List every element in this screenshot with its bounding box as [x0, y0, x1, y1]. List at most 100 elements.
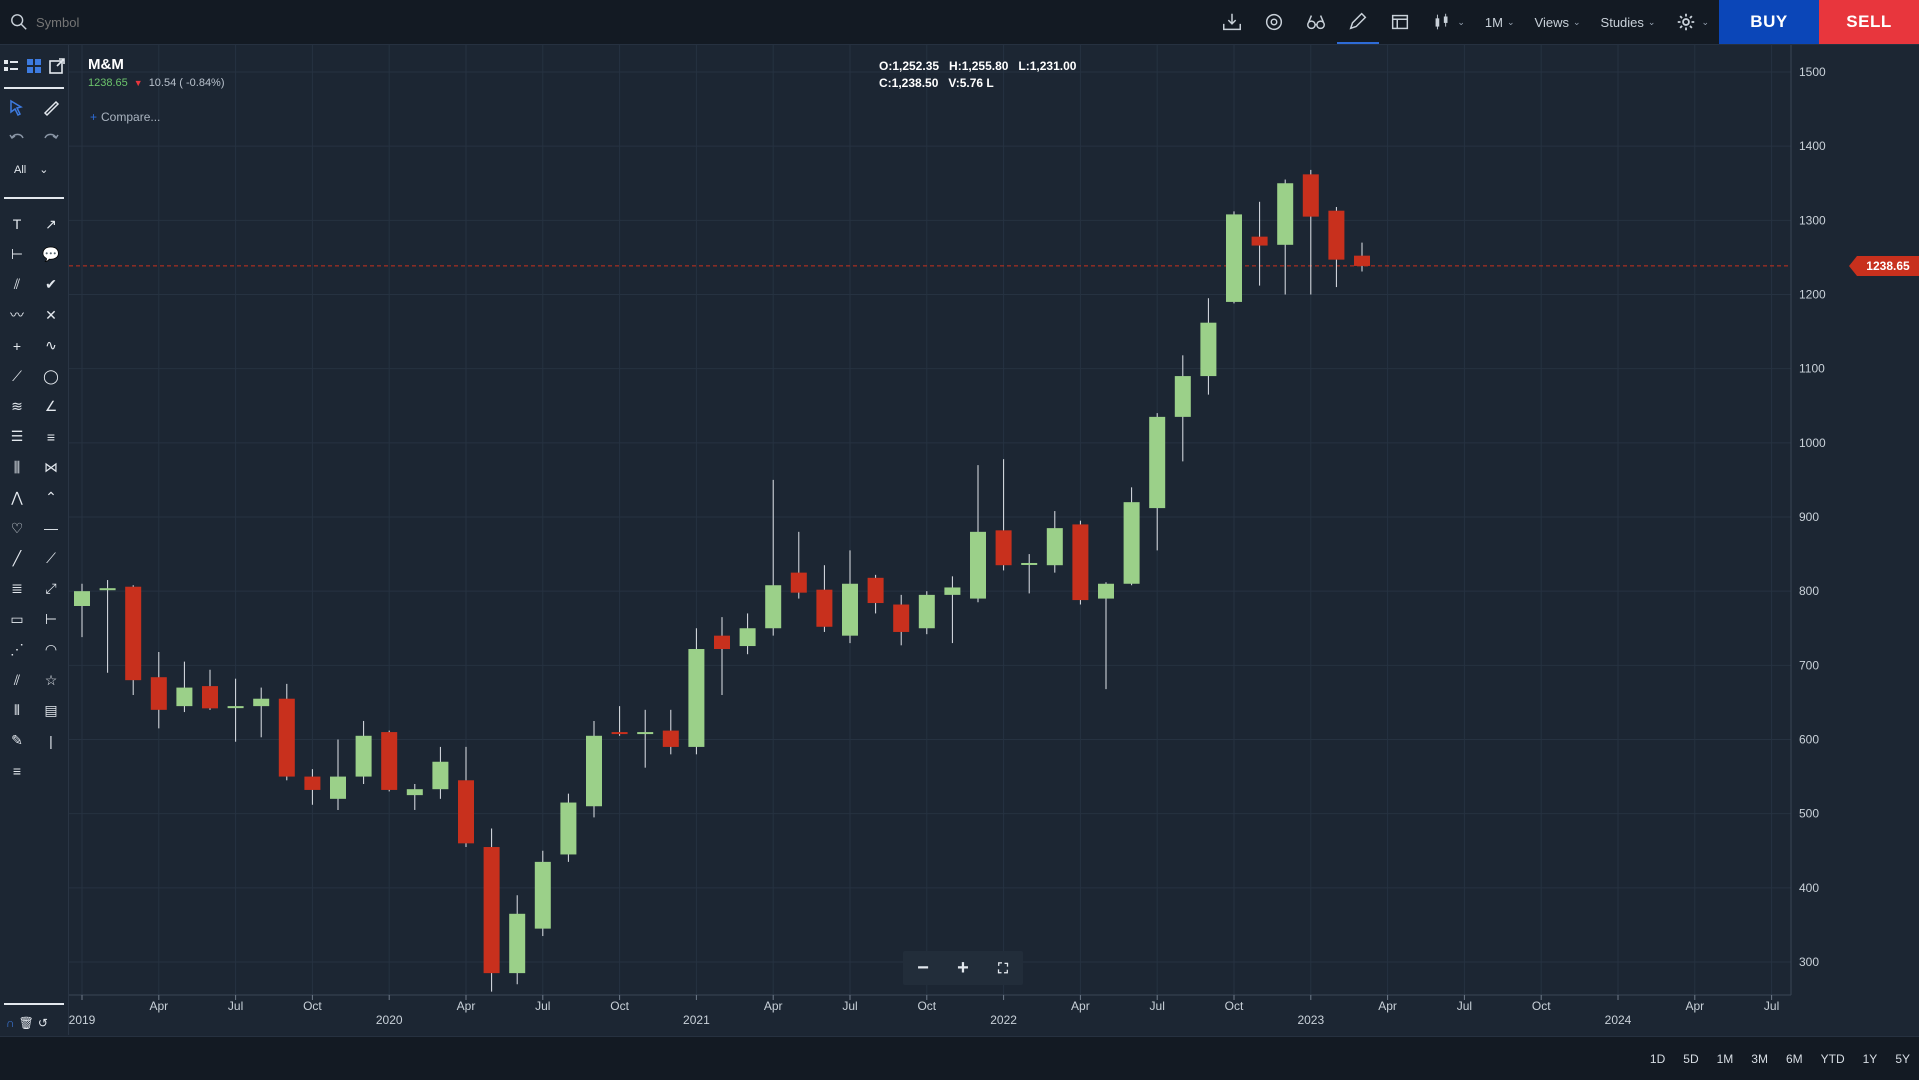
callout-tool-icon[interactable]: 💬	[38, 243, 64, 265]
range-5d[interactable]: 5D	[1674, 1052, 1707, 1066]
candle-body[interactable]	[970, 531, 986, 599]
annotation-tool-icon[interactable]: ✎	[4, 730, 30, 752]
candle-body[interactable]	[918, 594, 935, 629]
candle-body[interactable]	[227, 706, 244, 709]
ray-tool-icon[interactable]: ⤢	[38, 578, 64, 600]
line-chart-tool-icon[interactable]: ⟋	[4, 365, 30, 387]
candle-body[interactable]	[586, 735, 602, 807]
candle-body[interactable]	[1046, 528, 1063, 566]
candle-body[interactable]	[893, 604, 910, 632]
zoom-out-button[interactable]: −	[908, 957, 938, 980]
range-tool-icon[interactable]: ⊢	[38, 608, 64, 630]
candle-body[interactable]	[995, 530, 1012, 566]
candle-body[interactable]	[458, 780, 474, 844]
range-5y[interactable]: 5Y	[1886, 1052, 1919, 1066]
symbol-search[interactable]	[0, 0, 600, 44]
measure-tool-icon[interactable]: ⊢	[4, 243, 30, 265]
speed-lines-tool-icon[interactable]: ⋰	[4, 639, 30, 661]
range-6m[interactable]: 6M	[1777, 1052, 1812, 1066]
candle-body[interactable]	[125, 586, 142, 681]
candle-body[interactable]	[662, 730, 679, 747]
cursor-icon[interactable]	[4, 97, 30, 119]
bowtie-tool-icon[interactable]: ⋈	[38, 456, 64, 478]
grid-view-icon[interactable]	[23, 55, 46, 77]
freehand-tool-icon[interactable]: ∿	[38, 335, 64, 357]
trash-icon[interactable]: 🗑	[19, 1016, 34, 1030]
candle-body[interactable]	[765, 585, 782, 629]
candle-body[interactable]	[790, 572, 807, 593]
rectangle-tool-icon[interactable]: ▭	[4, 608, 30, 630]
fullscreen-button[interactable]: ⛶	[988, 960, 1018, 977]
gann-fan-tool-icon[interactable]: ∠	[38, 395, 64, 417]
quadrant-tool-icon[interactable]: ▤	[38, 699, 64, 721]
speed-arc-tool-icon[interactable]: ◠	[38, 639, 64, 661]
buy-button[interactable]: BUY	[1719, 0, 1819, 44]
redo-icon[interactable]	[38, 127, 64, 149]
ellipse-tool-icon[interactable]: ◯	[38, 365, 64, 387]
candle-body[interactable]	[1072, 524, 1089, 601]
symbol-input[interactable]	[34, 13, 338, 31]
candle-body[interactable]	[688, 649, 705, 747]
candle-body[interactable]	[1021, 562, 1038, 565]
fib-ext-tool-icon[interactable]: ≡	[38, 426, 64, 448]
candle-body[interactable]	[432, 761, 449, 790]
candle-body[interactable]	[1302, 174, 1319, 217]
candle-body[interactable]	[867, 577, 884, 604]
candle-body[interactable]	[637, 732, 654, 735]
popout-icon[interactable]	[45, 55, 68, 77]
check-tool-icon[interactable]: ✔	[38, 274, 64, 296]
sell-button[interactable]: SELL	[1819, 0, 1919, 44]
draw-button[interactable]	[1337, 0, 1380, 44]
candle-body[interactable]	[816, 589, 833, 627]
candle-body[interactable]	[304, 776, 321, 790]
watchlist-button[interactable]	[1295, 0, 1337, 44]
candle-body[interactable]	[1354, 255, 1370, 266]
trend-line-tool-icon[interactable]: ╱	[4, 547, 30, 569]
fib-arc-tool-icon[interactable]: ≋	[4, 395, 30, 417]
candle-body[interactable]	[278, 698, 295, 777]
candle-body[interactable]	[1200, 322, 1217, 377]
candle-body[interactable]	[1123, 502, 1140, 584]
layout-button[interactable]	[1379, 0, 1421, 44]
ruler-icon[interactable]	[38, 97, 64, 119]
candle-body[interactable]	[406, 789, 423, 796]
vertical-line-tool-icon[interactable]: |	[38, 730, 64, 752]
studies-dropdown[interactable]: Studies ⌄	[1591, 0, 1666, 44]
range-1m[interactable]: 1M	[1708, 1052, 1743, 1066]
candle-body[interactable]	[842, 583, 858, 636]
segment-tool-icon[interactable]: ⟋	[38, 547, 64, 569]
magnet-icon[interactable]: ∩	[6, 1016, 15, 1030]
candle-body[interactable]	[330, 776, 346, 799]
candle-body[interactable]	[150, 677, 167, 710]
candle-body[interactable]	[509, 913, 526, 974]
theme-button[interactable]	[1253, 0, 1295, 44]
candle-body[interactable]	[253, 698, 270, 707]
range-ytd[interactable]: YTD	[1812, 1052, 1854, 1066]
candle-body[interactable]	[355, 735, 372, 777]
candle-body[interactable]	[202, 686, 218, 709]
candle-body[interactable]	[1277, 183, 1294, 245]
chart-area[interactable]: 300 400 500 600 700 800 900 1000 1100 1200 1300 140…	[69, 45, 1860, 1035]
gann-line-tool-icon[interactable]: ⫽	[4, 669, 30, 691]
undo-icon[interactable]	[4, 127, 30, 149]
text-tool-icon[interactable]: T	[4, 213, 30, 235]
candle-body[interactable]	[1328, 210, 1345, 260]
range-3m[interactable]: 3M	[1742, 1052, 1777, 1066]
candle-body[interactable]	[714, 635, 730, 650]
fib-time-tool-icon[interactable]: ⫼	[4, 456, 30, 478]
candle-body[interactable]	[739, 628, 756, 647]
reset-icon[interactable]: ↺	[38, 1016, 48, 1030]
pitchfork-tool-icon[interactable]: ⋀	[4, 487, 30, 509]
zoom-in-button[interactable]: +	[948, 957, 978, 980]
candle-body[interactable]	[99, 588, 116, 591]
views-dropdown[interactable]: Views ⌄	[1525, 0, 1591, 44]
candlestick-chart[interactable]: 300 400 500 600 700 800 900 1000 1100 1200 1300 140…	[69, 45, 1860, 1035]
crosshair-tool-icon[interactable]: +	[4, 335, 30, 357]
interval-dropdown[interactable]: 1M ⌄	[1475, 0, 1525, 44]
settings-button[interactable]: ⌄	[1665, 0, 1719, 44]
candle-body[interactable]	[483, 847, 500, 974]
tool-filter-select[interactable]: All ⌄	[14, 163, 49, 176]
candle-body[interactable]	[1098, 583, 1114, 599]
list-view-icon[interactable]	[0, 55, 23, 77]
chart-type-button[interactable]: ⌄	[1421, 0, 1475, 44]
